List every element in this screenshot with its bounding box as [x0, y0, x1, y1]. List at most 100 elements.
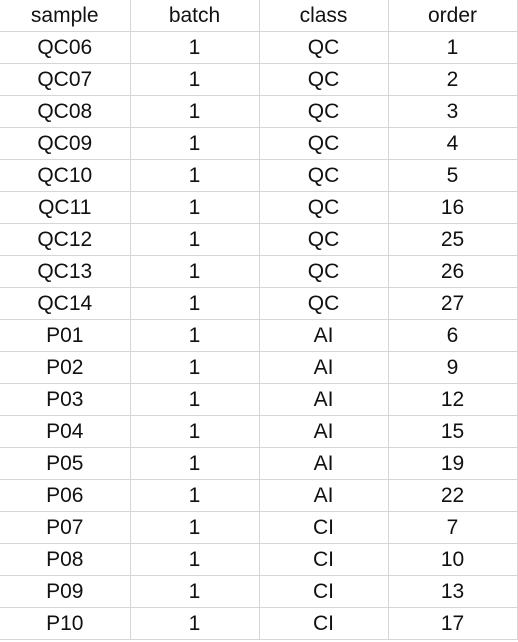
- cell-batch[interactable]: 1: [130, 159, 260, 192]
- cell-order[interactable]: 15: [388, 415, 518, 448]
- cell-batch[interactable]: 1: [130, 607, 260, 640]
- cell-class[interactable]: QC: [259, 63, 389, 96]
- cell-order[interactable]: 1: [388, 31, 518, 64]
- cell-order[interactable]: 9: [388, 351, 518, 384]
- cell-sample[interactable]: QC13: [0, 255, 131, 288]
- table-row: P09 1 CI 13: [0, 575, 518, 608]
- cell-batch[interactable]: 1: [130, 543, 260, 576]
- header-cell-class[interactable]: class: [259, 0, 389, 32]
- cell-sample[interactable]: P05: [0, 447, 131, 480]
- cell-order[interactable]: 5: [388, 159, 518, 192]
- cell-class[interactable]: QC: [259, 159, 389, 192]
- cell-order[interactable]: 7: [388, 511, 518, 544]
- cell-batch[interactable]: 1: [130, 479, 260, 512]
- cell-sample[interactable]: P09: [0, 575, 131, 608]
- table-row: P03 1 AI 12: [0, 383, 518, 416]
- cell-sample[interactable]: QC14: [0, 287, 131, 320]
- cell-class[interactable]: CI: [259, 543, 389, 576]
- table-row: P01 1 AI 6: [0, 319, 518, 352]
- table-row: P05 1 AI 19: [0, 447, 518, 480]
- table-row: P08 1 CI 10: [0, 543, 518, 576]
- cell-sample[interactable]: P01: [0, 319, 131, 352]
- cell-order[interactable]: 10: [388, 543, 518, 576]
- cell-batch[interactable]: 1: [130, 575, 260, 608]
- cell-batch[interactable]: 1: [130, 351, 260, 384]
- cell-order[interactable]: 16: [388, 191, 518, 224]
- cell-order[interactable]: 12: [388, 383, 518, 416]
- table-header: sample batch class order: [0, 0, 518, 32]
- cell-class[interactable]: CI: [259, 607, 389, 640]
- cell-sample[interactable]: P03: [0, 383, 131, 416]
- header-cell-batch[interactable]: batch: [130, 0, 260, 32]
- cell-sample[interactable]: QC10: [0, 159, 131, 192]
- table-row: QC07 1 QC 2: [0, 63, 518, 96]
- cell-batch[interactable]: 1: [130, 31, 260, 64]
- cell-sample[interactable]: P04: [0, 415, 131, 448]
- cell-order[interactable]: 13: [388, 575, 518, 608]
- cell-class[interactable]: AI: [259, 447, 389, 480]
- data-table: sample batch class order QC06 1 QC 1 QC07 1 QC…: [0, 0, 518, 640]
- cell-class[interactable]: QC: [259, 223, 389, 256]
- table-row: P10 1 CI 17: [0, 607, 518, 640]
- cell-class[interactable]: AI: [259, 351, 389, 384]
- cell-class[interactable]: QC: [259, 127, 389, 160]
- cell-batch[interactable]: 1: [130, 383, 260, 416]
- cell-batch[interactable]: 1: [130, 223, 260, 256]
- cell-order[interactable]: 26: [388, 255, 518, 288]
- spreadsheet: sample batch class order QC06 1 QC 1 QC07 1 QC…: [0, 0, 518, 642]
- cell-class[interactable]: QC: [259, 255, 389, 288]
- table-row: QC12 1 QC 25: [0, 223, 518, 256]
- cell-class[interactable]: QC: [259, 31, 389, 64]
- cell-batch[interactable]: 1: [130, 255, 260, 288]
- cell-order[interactable]: 17: [388, 607, 518, 640]
- cell-class[interactable]: QC: [259, 95, 389, 128]
- table-row: QC13 1 QC 26: [0, 255, 518, 288]
- header-cell-order[interactable]: order: [388, 0, 518, 32]
- cell-order[interactable]: 3: [388, 95, 518, 128]
- cell-batch[interactable]: 1: [130, 287, 260, 320]
- cell-order[interactable]: 25: [388, 223, 518, 256]
- cell-batch[interactable]: 1: [130, 191, 260, 224]
- cell-sample[interactable]: QC11: [0, 191, 131, 224]
- cell-batch[interactable]: 1: [130, 95, 260, 128]
- table-row: QC11 1 QC 16: [0, 191, 518, 224]
- cell-sample[interactable]: P02: [0, 351, 131, 384]
- cell-class[interactable]: CI: [259, 575, 389, 608]
- cell-class[interactable]: CI: [259, 511, 389, 544]
- cell-sample[interactable]: P07: [0, 511, 131, 544]
- table-body: QC06 1 QC 1 QC07 1 QC 2 QC08 1 QC 3 QC09 1 QC 4 QC10 1 QC 5…: [0, 31, 518, 640]
- cell-batch[interactable]: 1: [130, 127, 260, 160]
- cell-order[interactable]: 2: [388, 63, 518, 96]
- cell-sample[interactable]: QC08: [0, 95, 131, 128]
- cell-batch[interactable]: 1: [130, 319, 260, 352]
- cell-batch[interactable]: 1: [130, 415, 260, 448]
- cell-sample[interactable]: QC09: [0, 127, 131, 160]
- table-row: P07 1 CI 7: [0, 511, 518, 544]
- cell-sample[interactable]: P06: [0, 479, 131, 512]
- cell-sample[interactable]: QC12: [0, 223, 131, 256]
- table-row: QC10 1 QC 5: [0, 159, 518, 192]
- cell-order[interactable]: 4: [388, 127, 518, 160]
- table-row: P02 1 AI 9: [0, 351, 518, 384]
- cell-sample[interactable]: QC06: [0, 31, 131, 64]
- cell-order[interactable]: 19: [388, 447, 518, 480]
- cell-batch[interactable]: 1: [130, 511, 260, 544]
- cell-class[interactable]: AI: [259, 479, 389, 512]
- cell-batch[interactable]: 1: [130, 63, 260, 96]
- cell-class[interactable]: QC: [259, 287, 389, 320]
- cell-class[interactable]: AI: [259, 415, 389, 448]
- table-row: P06 1 AI 22: [0, 479, 518, 512]
- cell-class[interactable]: QC: [259, 191, 389, 224]
- cell-class[interactable]: AI: [259, 383, 389, 416]
- table-row: P04 1 AI 15: [0, 415, 518, 448]
- cell-sample[interactable]: QC07: [0, 63, 131, 96]
- cell-sample[interactable]: P10: [0, 607, 131, 640]
- cell-batch[interactable]: 1: [130, 447, 260, 480]
- cell-sample[interactable]: P08: [0, 543, 131, 576]
- cell-order[interactable]: 27: [388, 287, 518, 320]
- cell-order[interactable]: 6: [388, 319, 518, 352]
- cell-order[interactable]: 22: [388, 479, 518, 512]
- table-row: QC14 1 QC 27: [0, 287, 518, 320]
- cell-class[interactable]: AI: [259, 319, 389, 352]
- header-cell-sample[interactable]: sample: [0, 0, 131, 32]
